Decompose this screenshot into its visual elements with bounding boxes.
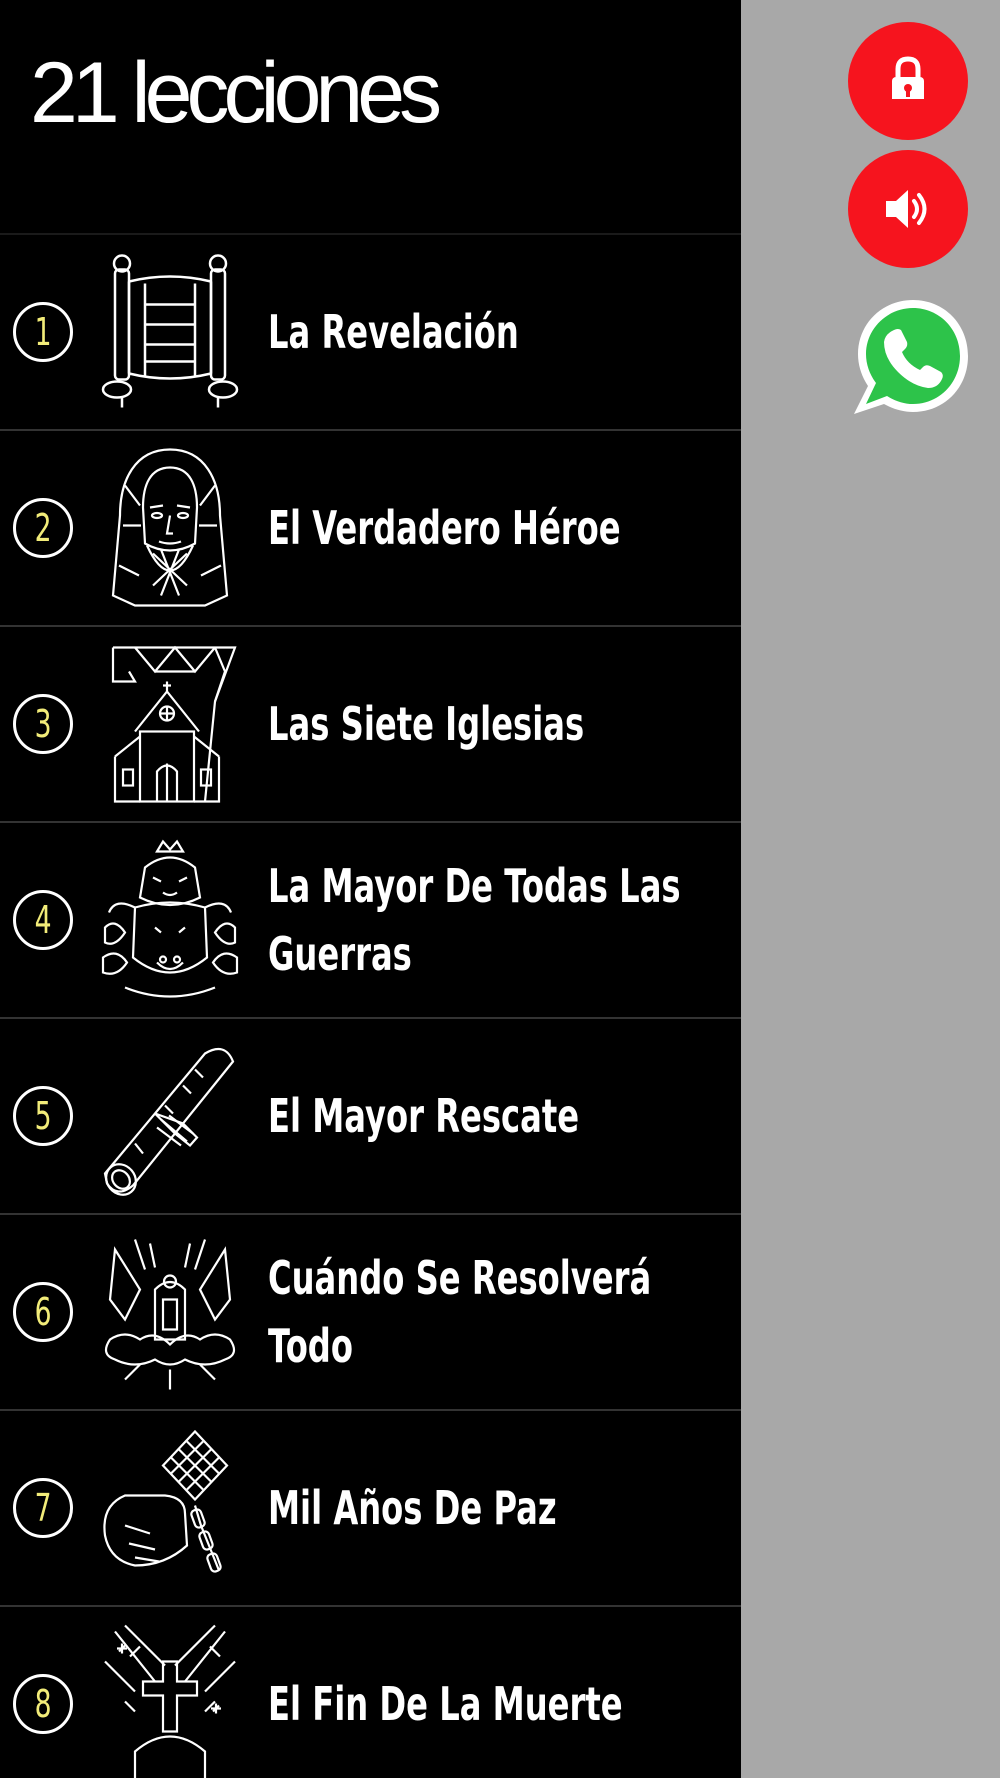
- lesson-panel: 21 lecciones 1 La Revelación 2 El Verdad…: [0, 0, 741, 1778]
- lesson-number-badge: 2: [13, 498, 73, 558]
- beasts-icon: [95, 838, 245, 1003]
- hand-chain-icon: [95, 1426, 245, 1591]
- lesson-number-badge: 1: [13, 302, 73, 362]
- cross-tomb-icon: [95, 1622, 245, 1778]
- jesus-face-icon: [95, 446, 245, 611]
- lesson-title: La Mayor De Todas Las Guerras: [268, 859, 681, 981]
- church-seven-icon: [95, 642, 245, 807]
- speaker-icon: [886, 190, 927, 228]
- lesson-number-badge: 8: [13, 1674, 73, 1734]
- list-item-lesson-8[interactable]: 8 El Fin De La Muerte: [0, 1605, 741, 1778]
- lesson-number-badge: 5: [13, 1086, 73, 1146]
- lesson-list: 1 La Revelación 2 El Verdadero Héroe 3 L…: [0, 233, 741, 1778]
- page-title: 21 lecciones: [30, 45, 442, 141]
- list-item-lesson-4[interactable]: 4 La Mayor De Todas Las Guerras: [0, 821, 741, 1017]
- list-item-lesson-3[interactable]: 3 Las Siete Iglesias: [0, 625, 741, 821]
- lesson-title: El Mayor Rescate: [268, 1089, 580, 1143]
- list-item-lesson-7[interactable]: 7 Mil Años De Paz: [0, 1409, 741, 1605]
- lesson-number-badge: 7: [13, 1478, 73, 1538]
- lesson-title: Mil Años De Paz: [268, 1481, 557, 1535]
- whatsapp-button[interactable]: [852, 296, 974, 418]
- lesson-title: El Fin De La Muerte: [268, 1677, 623, 1731]
- lesson-number-badge: 4: [13, 890, 73, 950]
- lesson-title: Cuándo Se Resolverá Todo: [268, 1251, 652, 1373]
- lesson-title: El Verdadero Héroe: [268, 501, 621, 555]
- lock-icon: [890, 56, 926, 103]
- sound-button[interactable]: [848, 150, 968, 268]
- side-panel: [741, 0, 1000, 1778]
- scroll-icon: [95, 250, 245, 415]
- list-item-lesson-6[interactable]: 6 Cuándo Se Resolverá Todo: [0, 1213, 741, 1409]
- list-item-lesson-1[interactable]: 1 La Revelación: [0, 233, 741, 429]
- lesson-title: Las Siete Iglesias: [268, 697, 585, 751]
- lesson-title: La Revelación: [268, 305, 519, 359]
- list-item-lesson-2[interactable]: 2 El Verdadero Héroe: [0, 429, 741, 625]
- list-item-lesson-5[interactable]: 5 El Mayor Rescate: [0, 1017, 741, 1213]
- lock-button[interactable]: [848, 22, 968, 140]
- whatsapp-icon: [854, 300, 968, 414]
- lesson-number-badge: 3: [13, 694, 73, 754]
- lesson-number-badge: 6: [13, 1282, 73, 1342]
- throne-angels-icon: [95, 1230, 245, 1395]
- rolled-scroll-icon: [95, 1034, 245, 1199]
